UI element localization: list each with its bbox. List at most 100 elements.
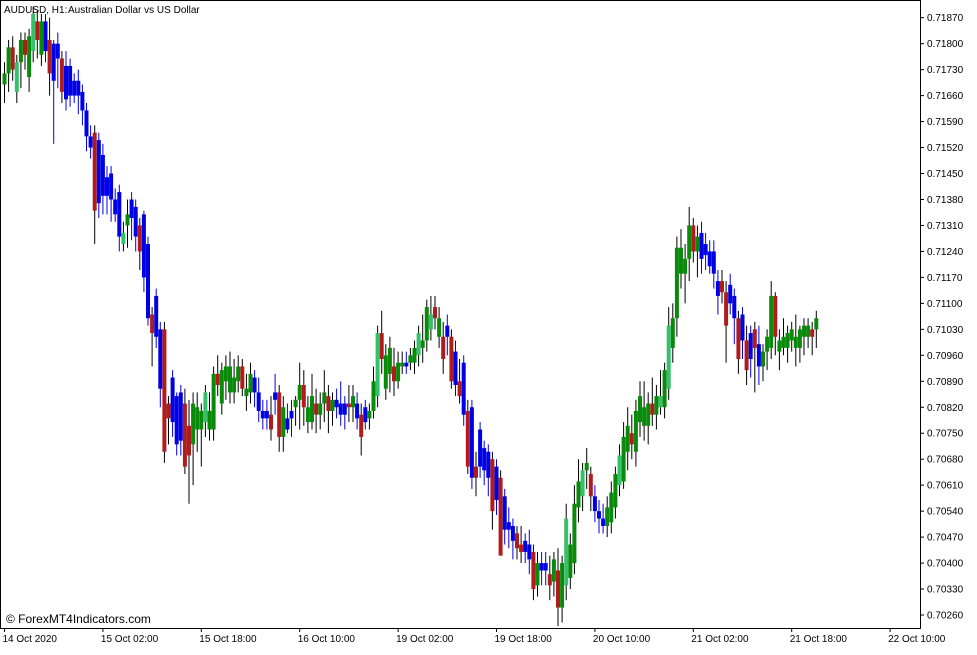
candle-body: [330, 399, 335, 411]
candle-body: [187, 425, 191, 456]
candle-body: [654, 396, 659, 415]
candle-body: [92, 132, 97, 211]
price-tick-label: 0.71170: [927, 273, 963, 284]
price-tick-label: 0.71240: [927, 247, 964, 258]
candle-body: [383, 355, 388, 389]
time-tick-label: 16 Oct 10:00: [298, 634, 356, 645]
candle-body: [215, 373, 220, 385]
price-tick-label: 0.70540: [927, 507, 964, 518]
candle-body: [494, 466, 499, 501]
candle-body: [113, 199, 118, 215]
candlestick-chart: 0.71870 0.71800 0.71730 0.71660 0.71590 0.715…: [0, 0, 977, 650]
candle-body: [523, 540, 528, 552]
candle-body: [658, 396, 663, 408]
candle-body: [531, 551, 536, 590]
candle-body: [351, 396, 355, 408]
candle-body: [785, 333, 790, 348]
candle-body: [47, 39, 52, 74]
candle-body: [72, 80, 77, 96]
time-tick-label: 19 Oct 02:00: [396, 634, 454, 645]
candle-body: [117, 192, 122, 237]
candle: [449, 329, 454, 389]
candle: [162, 321, 167, 463]
price-tick-label: 0.70960: [927, 351, 964, 362]
price-tick-label: 0.71310: [927, 221, 964, 232]
candle-body: [43, 21, 48, 52]
candle-body: [617, 455, 622, 486]
candle-body: [211, 373, 216, 430]
candle-body: [256, 392, 261, 411]
candle-body: [141, 214, 146, 278]
candle-body: [646, 403, 651, 426]
candle-body: [264, 410, 269, 419]
candle-body: [642, 407, 647, 426]
candle-body: [301, 384, 306, 408]
candle-body: [182, 403, 187, 467]
candle-body: [404, 362, 409, 367]
watermark-text: © ForexMT4Indicators.com: [6, 612, 151, 626]
price-tick-label: 0.70750: [927, 429, 964, 440]
candle-body: [445, 325, 450, 337]
candle-body: [191, 403, 196, 445]
candle-body: [465, 410, 470, 467]
candle-body: [613, 474, 618, 508]
price-tick-label: 0.70330: [927, 585, 964, 596]
candle-body: [252, 377, 257, 393]
candle-body: [502, 496, 507, 530]
candle-body: [76, 80, 81, 96]
candle-body: [379, 333, 384, 360]
candle-body: [687, 225, 692, 259]
candle-body: [765, 336, 770, 352]
price-tick-label: 0.71800: [927, 39, 964, 50]
candle-body: [154, 295, 159, 337]
candle-body: [744, 340, 749, 371]
candle-body: [100, 154, 105, 196]
candle-body: [527, 544, 532, 560]
candle-body: [543, 563, 548, 571]
candle-body: [281, 407, 286, 437]
time-tick-label: 20 Oct 10:00: [593, 634, 651, 645]
candle-body: [535, 563, 540, 586]
candle-body: [597, 511, 601, 519]
candle-body: [433, 307, 437, 319]
candle-body: [769, 295, 774, 348]
candle-body: [51, 43, 56, 81]
candle-body: [560, 563, 565, 608]
candle-body: [387, 347, 392, 374]
candle-body: [752, 329, 757, 348]
candle-body: [248, 373, 253, 393]
price-tick-label: 0.71730: [927, 65, 964, 76]
candle-body: [572, 503, 577, 564]
candle-body: [605, 507, 610, 526]
candle-body: [691, 225, 696, 252]
candle-body: [318, 403, 323, 415]
candle-body: [269, 414, 273, 430]
candle-body: [162, 329, 167, 452]
candle-body: [510, 525, 515, 541]
candle-body: [31, 13, 36, 52]
candle-body: [724, 292, 729, 326]
candle-body: [601, 518, 606, 526]
price-tick-label: 0.70890: [927, 377, 964, 388]
candle-body: [39, 21, 44, 55]
candle-body: [166, 403, 171, 419]
candle-body: [449, 336, 454, 382]
candle-body: [240, 366, 245, 389]
candle: [146, 236, 150, 326]
candle-body: [322, 392, 327, 404]
candle-body: [457, 381, 462, 397]
candle-body: [515, 533, 519, 549]
candle-body: [129, 199, 134, 219]
candle-body: [789, 329, 794, 341]
candle-body: [740, 314, 745, 341]
time-tick-label: 22 Oct 10:00: [888, 634, 946, 645]
time-tick-label: 15 Oct 18:00: [199, 634, 257, 645]
candle-body: [551, 559, 556, 582]
price-tick-label: 0.71590: [927, 117, 964, 128]
candle-body: [158, 329, 163, 389]
candle-body: [568, 544, 573, 578]
candle-body: [121, 232, 126, 245]
candle-body: [27, 36, 32, 78]
candle-body: [539, 563, 544, 571]
candle-body: [756, 344, 761, 367]
